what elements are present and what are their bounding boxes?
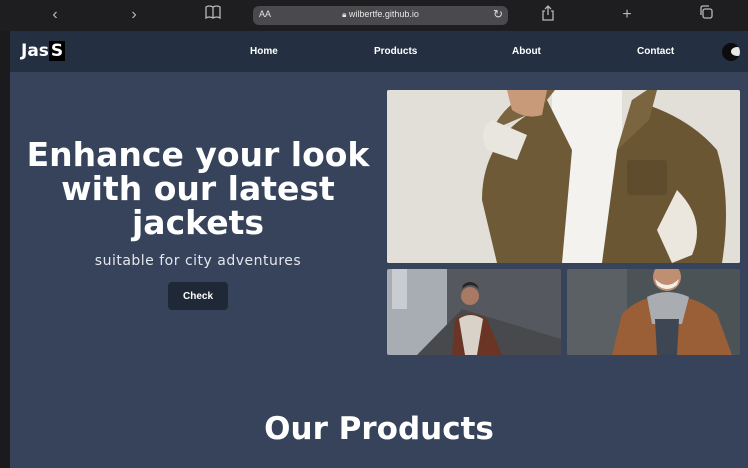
site-navbar: Jas S Home Products About Contact [10, 31, 748, 72]
jacket-image-brown-hoodie [567, 269, 740, 355]
lock-icon: 🔒︎ [342, 10, 347, 19]
nav-link-products[interactable]: Products [374, 46, 417, 57]
website-viewport: Jas S Home Products About Contact Enhance… [10, 31, 748, 468]
back-icon[interactable]: ‹ [45, 5, 65, 25]
hero-title: Enhance your look with our latest jacket… [26, 135, 370, 242]
tabs-icon[interactable] [696, 5, 716, 25]
site-logo[interactable]: Jas S [21, 41, 66, 61]
check-button[interactable]: Check [168, 282, 228, 310]
nav-link-contact[interactable]: Contact [637, 46, 674, 57]
browser-toolbar: ‹ › AA 🔒︎ wilbertfe.github.io ↻ + [0, 0, 748, 31]
forward-icon[interactable]: › [124, 5, 144, 25]
products-heading: Our Products [264, 411, 494, 447]
address-bar[interactable]: AA 🔒︎ wilbertfe.github.io ↻ [253, 6, 508, 25]
nav-link-about[interactable]: About [512, 46, 541, 57]
reload-icon[interactable]: ↻ [493, 7, 503, 21]
share-icon[interactable] [538, 5, 558, 25]
new-tab-icon[interactable]: + [617, 5, 637, 25]
hero-subtitle: suitable for city adventures [94, 253, 302, 269]
hero-image-jacket [387, 90, 740, 263]
nav-link-home[interactable]: Home [250, 46, 278, 57]
jacket-image-shearling [387, 269, 561, 355]
profile-avatar[interactable] [720, 41, 742, 63]
bookmarks-icon[interactable] [203, 5, 223, 25]
url-text: wilbertfe.github.io [348, 9, 419, 19]
